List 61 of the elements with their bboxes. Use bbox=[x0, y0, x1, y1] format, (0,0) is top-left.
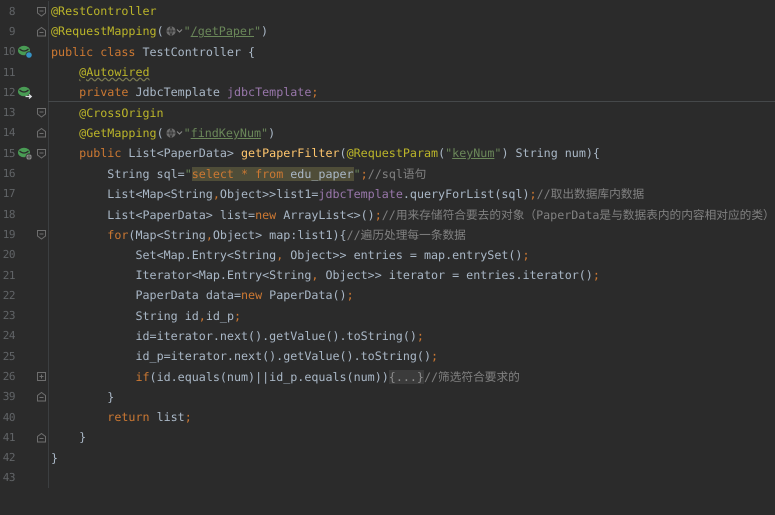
code-line: id=iterator.next().getValue().toString(); bbox=[134, 328, 424, 343]
code-line: Set<Map.Entry<String, Object>> entries = map.entrySet(); bbox=[134, 248, 530, 262]
code-line: public List<PaperData> getPaperFilter(@RequestParam("keyNum") String num){ bbox=[78, 146, 600, 160]
fold-marker-icon[interactable] bbox=[36, 370, 47, 382]
code-line: return list; bbox=[106, 410, 192, 424]
line-number: 20 bbox=[2, 248, 15, 262]
fold-marker-icon[interactable] bbox=[36, 228, 47, 240]
line-number: 11 bbox=[2, 66, 15, 79]
line-number: 19 bbox=[2, 228, 15, 241]
line-number: 14 bbox=[2, 126, 15, 140]
line-number: 15 bbox=[2, 146, 15, 160]
line-number: 16 bbox=[2, 167, 15, 180]
code-line: String id,id_p; bbox=[134, 308, 242, 323]
code-line: "/getPaper") bbox=[184, 24, 268, 38]
code-line: @GetMapping( bbox=[78, 126, 164, 140]
line-number: 13 bbox=[2, 106, 15, 120]
code-line: @Autowired bbox=[78, 65, 150, 80]
line-number: 10 bbox=[2, 45, 15, 58]
code-line: String sql="select * from edu_paper";//sql语句 bbox=[106, 166, 426, 182]
fold-marker-icon[interactable] bbox=[36, 127, 47, 138]
line-number: 40 bbox=[2, 410, 15, 424]
code-line: } bbox=[78, 430, 86, 444]
fold-marker-icon[interactable] bbox=[36, 148, 47, 159]
line-number: 41 bbox=[2, 430, 15, 444]
code-line: private JdbcTemplate jdbcTemplate; bbox=[78, 85, 318, 100]
line-number: 18 bbox=[2, 208, 15, 221]
globe-dropdown-icon[interactable] bbox=[164, 25, 183, 38]
code-line: if(id.equals(num)||id_p.equals(num)){...}//筛选符合要求的 bbox=[134, 368, 520, 385]
line-number: 21 bbox=[2, 268, 15, 282]
code-line: } bbox=[51, 450, 58, 465]
fold-marker-icon[interactable] bbox=[36, 391, 47, 402]
line-number: 26 bbox=[2, 370, 15, 383]
fold-marker-icon[interactable] bbox=[36, 107, 47, 118]
code-line: @RestController bbox=[51, 4, 157, 18]
code-line: Iterator<Map.Entry<String, Object>> iterator = entries.iterator(); bbox=[134, 268, 600, 282]
fold-marker-icon[interactable] bbox=[36, 6, 47, 17]
line-number: 22 bbox=[2, 288, 15, 302]
globe-dropdown-icon[interactable] bbox=[164, 126, 183, 139]
code-line: } bbox=[106, 390, 114, 404]
code-line: List<Map<String,Object>>list1=jdbcTemplate.queryForList(sql);//取出数据库内数据 bbox=[106, 186, 644, 202]
line-number: 25 bbox=[2, 350, 15, 363]
line-number: 17 bbox=[2, 187, 15, 200]
code-line: "findKeyNum") bbox=[184, 126, 276, 140]
fold-marker-icon[interactable] bbox=[36, 432, 47, 443]
line-number: 23 bbox=[2, 309, 15, 322]
code-line: for(Map<String,Object> map:list1){//遍历处理每一条数据 bbox=[106, 226, 466, 243]
fold-marker-icon[interactable] bbox=[36, 26, 47, 37]
code-line: public class TestController { bbox=[51, 44, 256, 59]
line-number: 9 bbox=[8, 24, 15, 38]
line-number: 12 bbox=[2, 86, 15, 99]
code-line: @RequestMapping( bbox=[51, 24, 164, 38]
code-line: id_p=iterator.next().getValue().toString(); bbox=[134, 349, 438, 364]
line-number: 39 bbox=[2, 390, 15, 404]
code-line: PaperData data=new PaperData(); bbox=[134, 288, 354, 302]
line-number: 24 bbox=[2, 329, 15, 342]
line-number: 43 bbox=[2, 471, 15, 484]
code-line: List<PaperData> list=new ArrayList<>();//用来存储符合要去的对象（PaperData是与数据表内的内容相对应的类） bbox=[106, 206, 775, 223]
bean-icon[interactable] bbox=[17, 84, 33, 100]
line-number: 8 bbox=[8, 4, 15, 18]
code-line: @CrossOrigin bbox=[78, 106, 164, 120]
line-number: 42 bbox=[2, 451, 15, 464]
